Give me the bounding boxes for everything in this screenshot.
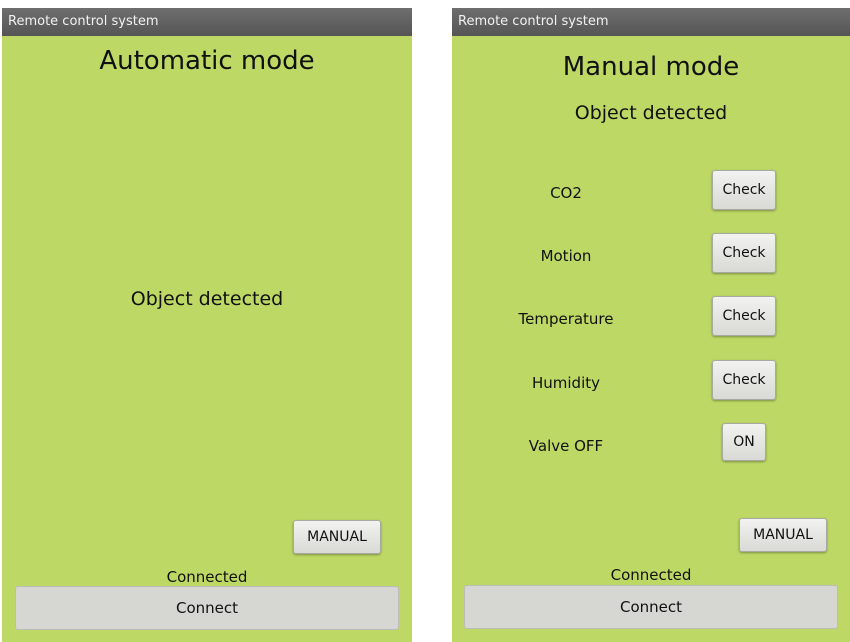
sensor-label-humidity: Humidity [531,374,600,392]
mode-title: Automatic mode [99,46,315,76]
check-humidity-button[interactable]: Check [712,360,776,400]
check-motion-button[interactable]: Check [712,233,776,273]
connect-button[interactable]: Connect [464,585,838,629]
detection-status: Object detected [574,102,728,124]
app-title-bar: Remote control system [2,8,412,36]
detection-status: Object detected [130,288,284,310]
mode-title: Manual mode [562,52,740,82]
manual-button[interactable]: MANUAL [739,518,827,552]
check-co2-button[interactable]: Check [712,170,776,210]
valve-on-button[interactable]: ON [722,423,766,461]
connection-status: Connected [610,566,692,584]
app-title-bar: Remote control system [452,8,850,36]
sensor-label-motion: Motion [540,247,592,265]
sensor-label-temperature: Temperature [518,310,614,328]
check-temperature-button[interactable]: Check [712,296,776,336]
manual-mode-screen: Remote control system Manual mode Object… [452,8,850,642]
connection-status: Connected [166,568,248,586]
sensor-label-co2: CO2 [550,184,582,202]
automatic-mode-screen: Remote control system Automatic mode Obj… [2,8,412,642]
valve-status-label: Valve OFF [528,437,604,455]
manual-button[interactable]: MANUAL [293,520,381,554]
connect-button[interactable]: Connect [15,586,399,630]
